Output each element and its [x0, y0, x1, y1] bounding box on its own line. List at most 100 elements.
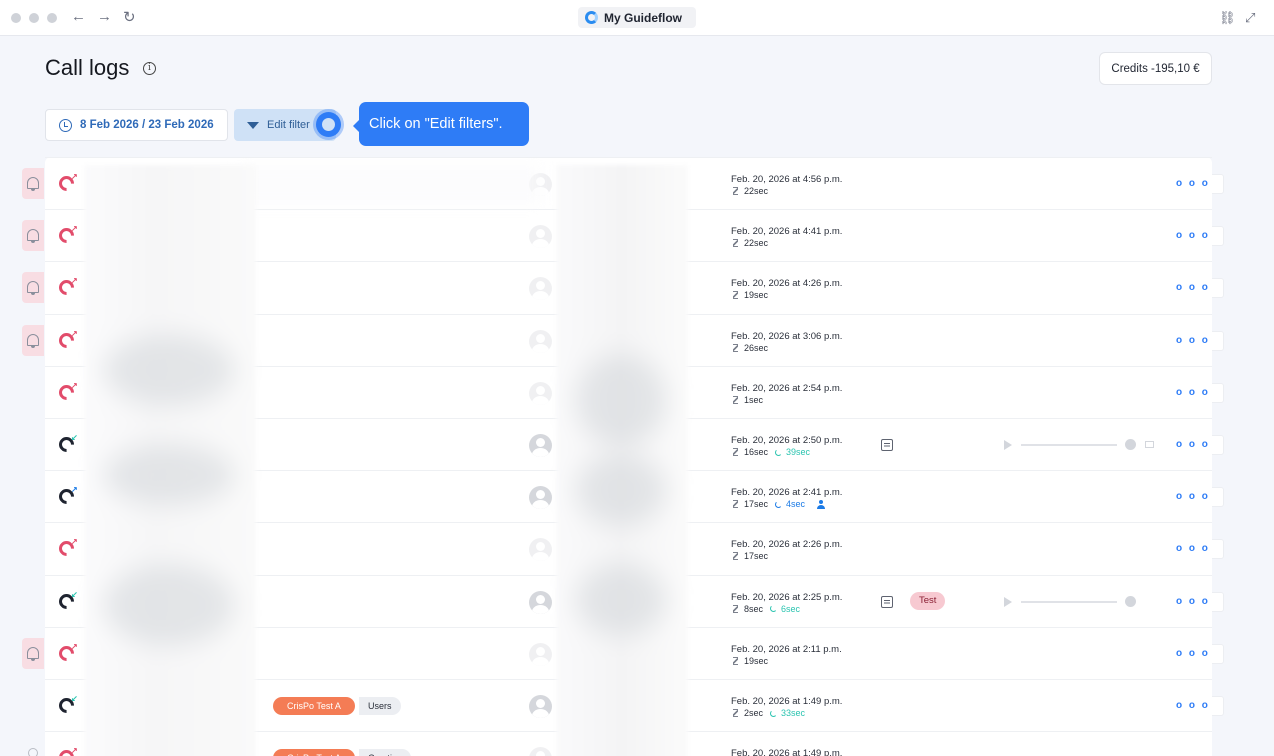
call-direction-icon: ↗: [71, 276, 78, 286]
row-edge-tab: [1212, 539, 1224, 560]
duration-value: 17sec: [744, 551, 769, 562]
more-options-button[interactable]: o o o: [1176, 439, 1210, 450]
date-range-button[interactable]: 8 Feb 2026 / 23 Feb 2026: [45, 109, 228, 141]
bell-icon[interactable]: [22, 168, 44, 199]
more-options-button[interactable]: o o o: [1176, 648, 1210, 659]
hourglass-icon: [733, 343, 738, 352]
guideflow-logo-icon: [585, 11, 598, 24]
avatar: [529, 695, 552, 718]
call-duration: 2sec 33sec: [733, 708, 805, 718]
address-bar[interactable]: My Guideflow: [578, 7, 696, 28]
guide-tooltip-text: Click on "Edit filters".: [369, 116, 503, 132]
hourglass-icon: [733, 709, 738, 717]
contact-tag-suffix: Users: [359, 697, 401, 715]
row-edge-tab: [1212, 435, 1224, 455]
call-date: Feb. 20, 2026 at 4:41 p.m.: [731, 226, 843, 238]
call-date: Feb. 20, 2026 at 2:25 p.m.: [731, 591, 843, 603]
hourglass-icon: [733, 552, 738, 561]
duration-value: 2sec: [744, 708, 764, 718]
call-duration: 26sec: [733, 343, 768, 353]
duration-value: 16sec: [744, 447, 769, 457]
talk-time-value: 6sec: [781, 603, 801, 614]
more-options-button[interactable]: o o o: [1176, 700, 1210, 711]
call-direction-icon: ↗: [71, 537, 78, 547]
row-checkbox[interactable]: [28, 748, 38, 756]
page-title: Call logs: [45, 55, 130, 80]
edit-filters-label: Edit filter: [267, 119, 310, 131]
info-icon[interactable]: i: [143, 62, 156, 75]
duration-value: 19sec: [744, 655, 769, 666]
contact-tag: CrisPo Test A: [273, 749, 355, 756]
credits-badge[interactable]: Credits -195,10 €: [1099, 52, 1212, 85]
call-tag: Test: [910, 591, 946, 610]
call-duration: 1sec: [733, 395, 763, 405]
bell-icon[interactable]: [22, 637, 44, 669]
call-date: Feb. 20, 2026 at 4:56 p.m.: [731, 174, 843, 185]
more-options-button[interactable]: o o o: [1176, 387, 1210, 398]
duration-value: 19sec: [744, 290, 769, 301]
tab-title: My Guideflow: [604, 10, 682, 25]
reload-icon[interactable]: ↻: [123, 8, 136, 26]
redacted-agent-column: [556, 165, 688, 756]
guide-hotspot[interactable]: [316, 112, 341, 137]
volume-icon[interactable]: [1145, 441, 1154, 448]
row-edge-tab: [1212, 226, 1224, 247]
redacted-contact-column: [84, 165, 256, 756]
bell-icon[interactable]: [22, 220, 44, 252]
call-date: Feb. 20, 2026 at 1:49 p.m.: [731, 748, 843, 756]
window-zoom-dot[interactable]: [47, 13, 57, 23]
row-edge-tab: [1212, 330, 1224, 351]
duration-value: 17sec: [744, 499, 769, 510]
call-direction-icon: ↙: [71, 589, 78, 599]
filter-icon: [247, 121, 259, 129]
avatar: [529, 329, 552, 353]
forward-icon[interactable]: →: [97, 8, 112, 25]
back-icon[interactable]: ←: [71, 8, 86, 25]
row-edge-tab: [1212, 174, 1224, 194]
talk-time: 6sec: [770, 604, 800, 614]
play-icon[interactable]: [1004, 596, 1012, 607]
redacted-area: [240, 165, 540, 205]
phone-icon: [775, 448, 783, 456]
audio-track[interactable]: [1021, 444, 1117, 446]
more-options-button[interactable]: o o o: [1176, 335, 1210, 346]
more-options-button[interactable]: o o o: [1176, 178, 1210, 189]
call-date: Feb. 20, 2026 at 2:54 p.m.: [731, 382, 843, 394]
audio-player[interactable]: [1004, 595, 1154, 608]
call-duration: 22sec: [733, 238, 768, 248]
date-range-label: 8 Feb 2026 / 23 Feb 2026: [80, 119, 214, 131]
bell-icon[interactable]: [22, 324, 44, 356]
audio-track[interactable]: [1021, 600, 1117, 603]
window-minimize-dot[interactable]: [29, 13, 39, 23]
call-direction-icon: ↗: [71, 641, 78, 651]
hourglass-icon: [733, 239, 738, 248]
duration-value: 26sec: [744, 342, 769, 353]
hourglass-icon: [733, 448, 738, 456]
audio-knob[interactable]: [1125, 595, 1136, 607]
more-options-button[interactable]: o o o: [1176, 543, 1210, 554]
note-icon[interactable]: [881, 439, 893, 451]
more-options-button[interactable]: o o o: [1176, 491, 1210, 502]
call-direction-icon: ↗: [71, 172, 78, 181]
call-direction-icon: ↗: [71, 380, 78, 390]
contact-tag-suffix: Creating: [359, 749, 412, 756]
expand-icon[interactable]: ⤢: [1245, 10, 1255, 26]
window-close-dot[interactable]: [11, 13, 21, 23]
call-date: Feb. 20, 2026 at 4:26 p.m.: [731, 278, 843, 290]
more-options-button[interactable]: o o o: [1176, 596, 1210, 607]
call-direction-icon: ↗: [71, 746, 78, 756]
hourglass-icon: [733, 395, 738, 404]
play-icon[interactable]: [1004, 440, 1012, 450]
more-options-button[interactable]: o o o: [1176, 282, 1210, 293]
more-options-button[interactable]: o o o: [1176, 230, 1210, 241]
audio-player[interactable]: [1004, 439, 1154, 451]
user-icon: [817, 499, 826, 509]
audio-knob[interactable]: [1125, 439, 1136, 450]
note-icon[interactable]: [881, 595, 893, 608]
talk-time-value: 39sec: [786, 447, 811, 457]
call-duration: 22sec: [733, 186, 768, 196]
link-icon[interactable]: ⛓: [1219, 10, 1236, 26]
call-duration: 19sec: [733, 290, 768, 300]
call-date: Feb. 20, 2026 at 2:26 p.m.: [731, 539, 843, 551]
bell-icon[interactable]: [22, 272, 44, 304]
